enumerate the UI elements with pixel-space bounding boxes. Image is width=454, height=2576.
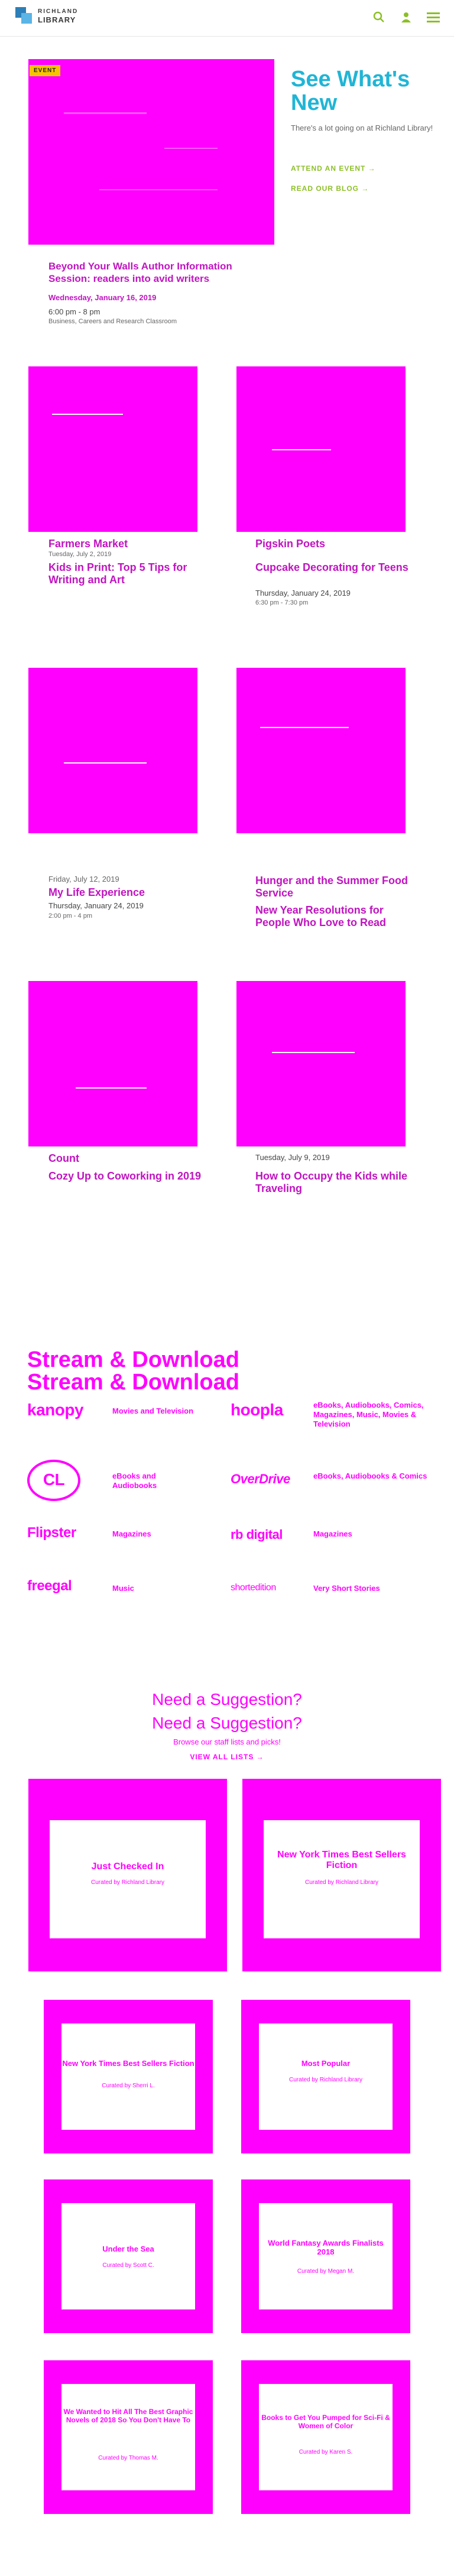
site-header: RICHLAND LIBRARY bbox=[0, 0, 454, 37]
list-title: Just Checked In bbox=[91, 1862, 164, 1872]
list-curator: Curated by Sherri L. bbox=[102, 2083, 155, 2089]
overdrive-category: eBooks, Audiobooks & Comics bbox=[313, 1471, 427, 1480]
event-card-subtitle[interactable]: New Year Resolutions for People Who Love… bbox=[255, 904, 421, 929]
whats-new-text: There's a lot going on at Richland Libra… bbox=[291, 124, 433, 132]
kanopy-category: Movies and Television bbox=[112, 1406, 194, 1415]
shortedition-category: Very Short Stories bbox=[313, 1584, 380, 1593]
flipster-category: Magazines bbox=[112, 1529, 151, 1538]
list-title: New York Times Best Sellers Fiction bbox=[277, 1850, 406, 1870]
event-card-time: 2:00 pm - 4 pm bbox=[48, 912, 92, 920]
event-card-image[interactable] bbox=[28, 981, 197, 1146]
featured-event-image[interactable] bbox=[28, 59, 274, 245]
event-card-subtitle: Thursday, January 24, 2019 bbox=[48, 901, 144, 910]
event-card-subtitle[interactable]: Cozy Up to Coworking in 2019 bbox=[48, 1170, 214, 1183]
list-card[interactable]: World Fantasy Awards Finalists 2018 Cura… bbox=[241, 2179, 410, 2333]
freegal-category: Music bbox=[112, 1584, 134, 1593]
logo-mark bbox=[15, 7, 33, 25]
list-curator: Curated by Richland Library bbox=[305, 1879, 378, 1886]
overdrive-logo[interactable]: OverDrive bbox=[231, 1471, 290, 1487]
event-card-subtitle[interactable]: Kids in Print: Top 5 Tips for Writing an… bbox=[48, 561, 214, 586]
event-badge: EVENT bbox=[30, 65, 61, 76]
event-card-image[interactable] bbox=[236, 981, 406, 1146]
suggestion-title: Need a Suggestion? bbox=[152, 1690, 302, 1708]
cl-category: eBooks and Audiobooks bbox=[112, 1471, 157, 1490]
kanopy-logo[interactable]: kanopy bbox=[27, 1401, 84, 1419]
list-curator: Curated by Thomas M. bbox=[98, 2455, 158, 2461]
event-card-title[interactable]: My Life Experience bbox=[48, 886, 214, 899]
read-blog-link[interactable]: READ OUR BLOG → bbox=[291, 184, 369, 193]
cl-logo[interactable]: CL bbox=[27, 1460, 80, 1501]
featured-event-time: 6:00 pm - 8 pm bbox=[48, 307, 100, 316]
freegal-logo[interactable]: freegal bbox=[27, 1578, 72, 1594]
featured-event-location: Business, Careers and Research Classroom bbox=[48, 318, 177, 325]
list-title: New York Times Best Sellers Fiction bbox=[62, 2059, 194, 2068]
event-card-date: Thursday, January 24, 2019 bbox=[255, 589, 351, 597]
list-card[interactable]: New York Times Best Sellers Fiction Cura… bbox=[242, 1779, 441, 1971]
list-card[interactable]: Just Checked In Curated by Richland Libr… bbox=[28, 1779, 227, 1971]
list-card[interactable]: Books to Get You Pumped for Sci-Fi & Wom… bbox=[241, 2360, 410, 2514]
logo-line2: LIBRARY bbox=[38, 15, 76, 24]
list-title: Under the Sea bbox=[102, 2244, 154, 2253]
list-curator: Curated by Richland Library bbox=[289, 2077, 362, 2083]
rbdigital-category: Magazines bbox=[313, 1529, 352, 1538]
featured-event-title[interactable]: Beyond Your Walls Author Information Ses… bbox=[48, 260, 273, 285]
event-card-date: Tuesday, July 9, 2019 bbox=[255, 1153, 330, 1162]
event-card-title[interactable]: How to Occupy the Kids while Traveling bbox=[255, 1170, 421, 1195]
event-card-image[interactable] bbox=[28, 366, 197, 532]
attend-event-link[interactable]: ATTEND AN EVENT → bbox=[291, 164, 376, 173]
list-card[interactable]: New York Times Best Sellers Fiction Cura… bbox=[44, 2000, 213, 2153]
menu-icon[interactable] bbox=[426, 9, 441, 25]
shortedition-logo[interactable]: shortedition bbox=[231, 1583, 276, 1593]
search-icon[interactable] bbox=[371, 9, 387, 25]
stream-download-title: Stream & Download bbox=[27, 1347, 239, 1372]
list-card[interactable]: Under the Sea Curated by Scott C. bbox=[44, 2179, 213, 2333]
library-logo[interactable]: RICHLAND LIBRARY bbox=[15, 7, 78, 25]
hoopla-category: eBooks, Audiobooks, Comics, Magazines, M… bbox=[313, 1401, 424, 1428]
rbdigital-logo[interactable]: rb digital bbox=[231, 1527, 283, 1542]
list-title: Books to Get You Pumped for Sci-Fi & Wom… bbox=[261, 2413, 390, 2430]
account-icon[interactable] bbox=[398, 9, 414, 25]
featured-event-date: Wednesday, January 16, 2019 bbox=[48, 293, 157, 302]
event-card-date: Tuesday, July 2, 2019 bbox=[48, 551, 112, 558]
event-card-subtitle[interactable]: Cupcake Decorating for Teens bbox=[255, 561, 421, 574]
event-card-image[interactable] bbox=[236, 668, 406, 833]
view-all-lists-link[interactable]: VIEW ALL LISTS → bbox=[0, 1753, 454, 1761]
hoopla-logo[interactable]: hoopla bbox=[231, 1401, 283, 1419]
suggestion-text: Browse our staff lists and picks! bbox=[173, 1737, 281, 1746]
event-card-date: Friday, July 12, 2019 bbox=[48, 875, 119, 883]
event-card-image[interactable] bbox=[28, 668, 197, 833]
list-card[interactable]: Most Popular Curated by Richland Library bbox=[241, 2000, 410, 2153]
list-title: World Fantasy Awards Finalists 2018 bbox=[268, 2239, 384, 2256]
list-curator: Curated by Megan M. bbox=[297, 2268, 355, 2275]
flipster-logo[interactable]: Flipster bbox=[27, 1525, 76, 1541]
suggestion-title: Need a Suggestion? bbox=[152, 1714, 302, 1732]
list-curator: Curated by Scott C. bbox=[102, 2262, 154, 2269]
stream-download-title: Stream & Download bbox=[27, 1370, 239, 1395]
list-card[interactable]: We Wanted to Hit All The Best Graphic No… bbox=[44, 2360, 213, 2514]
logo-line1: RICHLAND bbox=[38, 8, 79, 15]
list-curator: Curated by Richland Library bbox=[91, 1879, 164, 1886]
list-title: We Wanted to Hit All The Best Graphic No… bbox=[63, 2408, 193, 2424]
event-card-title[interactable]: Count bbox=[48, 1152, 214, 1165]
event-card-title[interactable]: Farmers Market bbox=[48, 538, 214, 550]
list-title: Most Popular bbox=[301, 2059, 351, 2068]
event-card-title[interactable]: Pigskin Poets bbox=[255, 538, 421, 550]
whats-new-title: See What's New bbox=[291, 67, 410, 115]
event-card-image[interactable] bbox=[236, 366, 406, 532]
event-card-title[interactable]: Hunger and the Summer Food Service bbox=[255, 875, 421, 899]
list-curator: Curated by Karen S. bbox=[299, 2449, 353, 2455]
event-card-time: 6:30 pm - 7:30 pm bbox=[255, 599, 309, 606]
